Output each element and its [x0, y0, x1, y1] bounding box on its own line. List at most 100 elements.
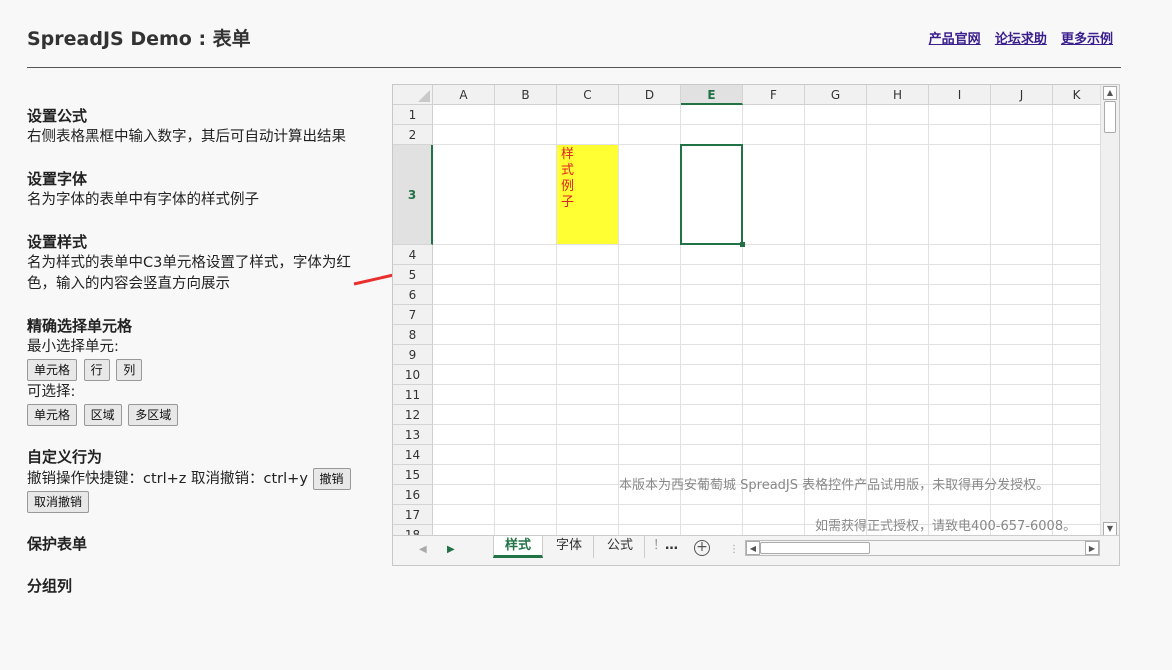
grid-line — [433, 144, 1101, 145]
scroll-right-icon[interactable]: ▶ — [1085, 541, 1099, 555]
tab-formula[interactable]: 公式 — [596, 536, 646, 558]
row-header[interactable]: 11 — [393, 385, 433, 405]
section-title: 设置字体 — [27, 170, 88, 188]
column-header[interactable]: A — [433, 85, 495, 105]
row-header[interactable]: 3 — [393, 145, 433, 245]
row-header[interactable]: 17 — [393, 505, 433, 525]
vertical-scrollbar[interactable]: ▲ ▼ — [1100, 85, 1119, 537]
section-title: 设置公式 — [27, 107, 88, 125]
section-desc: 撤销操作快捷键：ctrl+z 取消撤销：ctrl+y 撤销 — [27, 468, 372, 490]
link-more-examples[interactable]: 更多示例 — [1061, 32, 1113, 47]
grid-line — [618, 105, 619, 537]
styled-cell-text: 样式例子 — [561, 147, 575, 210]
select-multirange-button[interactable]: 多区域 — [128, 404, 179, 426]
row-header[interactable]: 4 — [393, 245, 433, 265]
column-header[interactable]: F — [743, 85, 805, 105]
grid-line — [433, 464, 1101, 465]
min-select-buttons: 单元格 行 列 — [27, 359, 372, 381]
column-header[interactable]: G — [805, 85, 867, 105]
horizontal-scrollbar[interactable]: ◀ ▶ — [745, 540, 1100, 556]
column-header[interactable]: H — [867, 85, 929, 105]
styled-cell-c3[interactable]: 样式例子 — [557, 145, 618, 244]
row-header[interactable]: 7 — [393, 305, 433, 325]
row-header[interactable]: 5 — [393, 265, 433, 285]
grid-line — [928, 105, 929, 537]
grid-line — [804, 105, 805, 537]
section-title: 保护表单 — [27, 535, 88, 553]
scroll-left-icon[interactable]: ◀ — [746, 541, 760, 555]
select-all-corner[interactable] — [393, 85, 433, 105]
more-tabs-icon[interactable]: … — [661, 536, 682, 558]
row-header[interactable]: 2 — [393, 125, 433, 145]
section-select: 精确选择单元格 最小选择单元: 单元格 行 列 可选择: 单元格 区域 多区域 — [27, 316, 372, 426]
min-select-label: 最小选择单元: — [27, 339, 119, 355]
section-desc: 名为样式的表单中C3单元格设置了样式，字体为红色，输入的内容会竖直方向展示 — [27, 255, 351, 292]
sheet-tabbar: ◀ ▶ 样式 字体 公式 ！ … + ⋮ ◀ ▶ — [393, 535, 1119, 565]
column-header[interactable]: K — [1053, 85, 1101, 105]
min-cell-button[interactable]: 单元格 — [27, 359, 78, 381]
top-links: 产品官网 论坛求助 更多示例 — [919, 28, 1113, 47]
grid-line — [433, 264, 1101, 265]
section-custom: 自定义行为 撤销操作快捷键：ctrl+z 取消撤销：ctrl+y 撤销 取消撤销 — [27, 447, 372, 513]
row-header[interactable]: 10 — [393, 365, 433, 385]
column-header[interactable]: C — [557, 85, 619, 105]
row-header[interactable]: 8 — [393, 325, 433, 345]
hscroll-thumb[interactable] — [760, 542, 870, 554]
row-header[interactable]: 16 — [393, 485, 433, 505]
link-product-site[interactable]: 产品官网 — [929, 32, 981, 47]
scroll-thumb[interactable] — [1104, 101, 1116, 133]
scroll-up-icon[interactable]: ▲ — [1103, 86, 1117, 100]
row-header[interactable]: 1 — [393, 105, 433, 125]
splitter-icon[interactable]: ⋮ — [729, 544, 739, 555]
section-desc: 名为字体的表单中有字体的样式例子 — [27, 192, 259, 208]
column-header[interactable]: E — [681, 85, 743, 105]
redo-row: 取消撤销 — [27, 491, 372, 513]
grid-line — [433, 404, 1101, 405]
grid-line — [1052, 105, 1053, 537]
link-forum-help[interactable]: 论坛求助 — [995, 32, 1047, 47]
tab-style[interactable]: 样式 — [493, 536, 544, 558]
min-row-button[interactable]: 行 — [83, 359, 110, 381]
grid-line — [433, 424, 1101, 425]
row-header[interactable]: 6 — [393, 285, 433, 305]
scroll-down-icon[interactable]: ▼ — [1103, 522, 1117, 536]
tab-font[interactable]: 字体 — [545, 536, 595, 558]
add-sheet-icon[interactable]: + — [694, 540, 710, 556]
row-header[interactable]: 13 — [393, 425, 433, 445]
active-cell-e3[interactable] — [680, 144, 745, 247]
grid-line — [433, 364, 1101, 365]
grid-line — [433, 444, 1101, 445]
redo-button[interactable]: 取消撤销 — [27, 491, 90, 513]
section-title: 自定义行为 — [27, 448, 103, 466]
select-range-button[interactable]: 区域 — [83, 404, 122, 426]
row-header[interactable]: 14 — [393, 445, 433, 465]
can-select-label: 可选择: — [27, 384, 76, 400]
section-style: 设置样式 名为样式的表单中C3单元格设置了样式，字体为红色，输入的内容会竖直方向… — [27, 232, 372, 295]
column-header[interactable]: J — [991, 85, 1053, 105]
row-header[interactable]: 12 — [393, 405, 433, 425]
column-header[interactable]: B — [495, 85, 557, 105]
section-group: 分组列 — [27, 576, 372, 597]
shortcut-desc: 撤销操作快捷键：ctrl+z 取消撤销：ctrl+y — [27, 471, 308, 487]
select-cell-button[interactable]: 单元格 — [27, 404, 78, 426]
min-column-button[interactable]: 列 — [116, 359, 143, 381]
column-header[interactable]: D — [619, 85, 681, 105]
section-title: 设置样式 — [27, 233, 88, 251]
row-header[interactable]: 15 — [393, 465, 433, 485]
trial-watermark-contact: 如需获得正式授权，请致电400-657-6008。 — [815, 519, 1077, 534]
column-header[interactable]: I — [929, 85, 991, 105]
section-protect: 保护表单 — [27, 534, 372, 555]
grid-line — [433, 344, 1101, 345]
tab-next-icon[interactable]: ▶ — [447, 544, 455, 555]
undo-button[interactable]: 撤销 — [312, 468, 351, 490]
grid-line — [433, 304, 1101, 305]
page-header: SpreadJS Demo : 表单 产品官网 论坛求助 更多示例 — [27, 0, 1121, 68]
section-desc: 右侧表格黑框中输入数字，其后可自动计算出结果 — [27, 129, 346, 145]
tab-prev-icon[interactable]: ◀ — [419, 544, 427, 555]
trial-watermark: 本版本为西安葡萄城 SpreadJS 表格控件产品试用版，未取得再分发授权。 — [619, 478, 1050, 493]
spreadsheet[interactable]: ABCDEFGHIJK123456789101112131415161718样式… — [392, 84, 1120, 566]
row-header[interactable]: 9 — [393, 345, 433, 365]
feature-panel: 设置公式 右侧表格黑框中输入数字，其后可自动计算出结果 设置字体 名为字体的表单… — [27, 106, 372, 618]
page-title: SpreadJS Demo : 表单 — [27, 28, 251, 50]
grid-line — [433, 384, 1101, 385]
